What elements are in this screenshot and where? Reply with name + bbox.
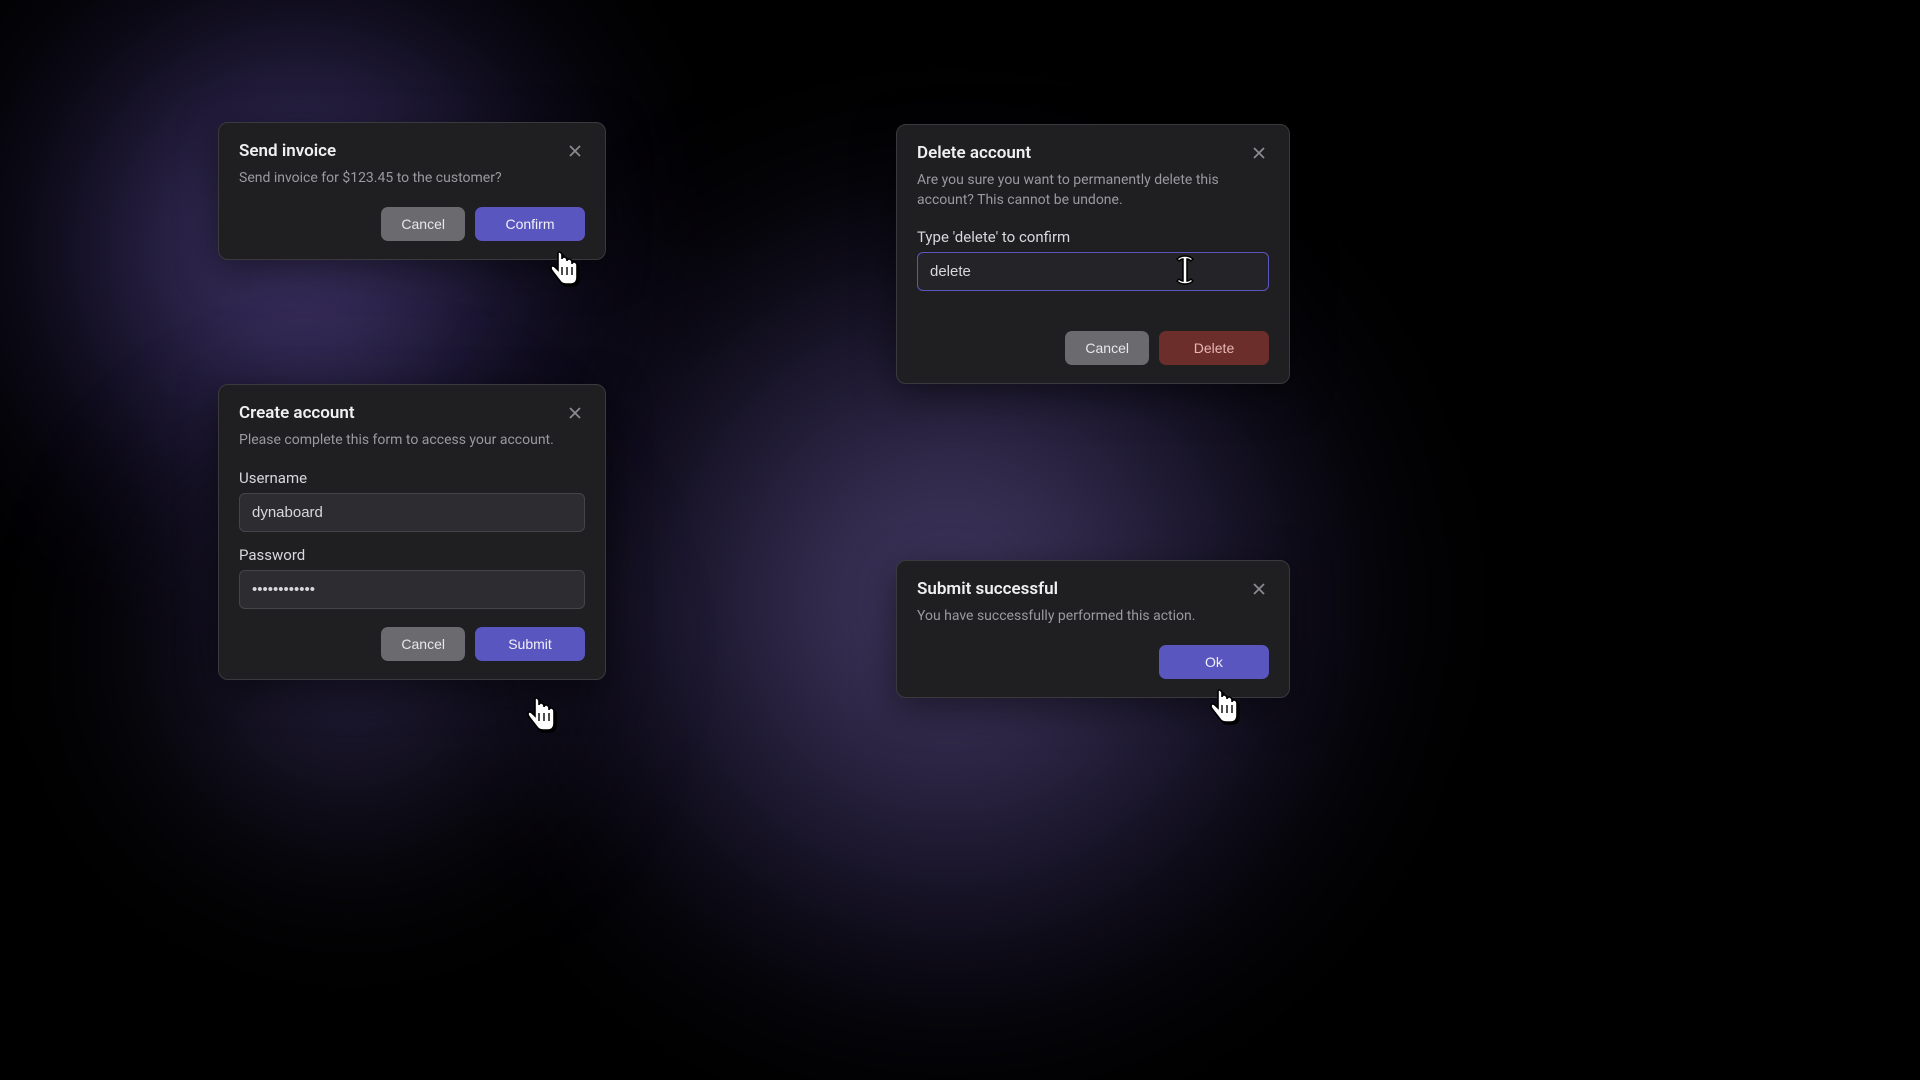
close-icon[interactable] — [565, 403, 585, 423]
submit-button[interactable]: Submit — [475, 627, 585, 661]
dialog-description: Send invoice for $123.45 to the customer… — [239, 169, 585, 189]
close-icon[interactable] — [1249, 143, 1269, 163]
password-group: Password — [239, 546, 585, 609]
confirm-delete-input[interactable] — [917, 252, 1269, 291]
username-label: Username — [239, 469, 585, 487]
dialog-footer: Ok — [917, 645, 1269, 679]
dialog-footer: Cancel Submit — [239, 627, 585, 661]
dialog-title: Delete account — [917, 143, 1031, 163]
dialog-header: Create account — [239, 403, 585, 423]
ok-button[interactable]: Ok — [1159, 645, 1269, 679]
dialog-description: Are you sure you want to permanently del… — [917, 171, 1269, 210]
username-input[interactable] — [239, 493, 585, 532]
dialog-footer: Cancel Delete — [917, 331, 1269, 365]
delete-button[interactable]: Delete — [1159, 331, 1269, 365]
delete-account-dialog: Delete account Are you sure you want to … — [896, 124, 1290, 384]
confirm-delete-label: Type 'delete' to confirm — [917, 228, 1269, 246]
dialog-title: Submit successful — [917, 579, 1058, 599]
dialog-description: Please complete this form to access your… — [239, 431, 585, 451]
dialog-header: Submit successful — [917, 579, 1269, 599]
password-input[interactable] — [239, 570, 585, 609]
dialog-header: Send invoice — [239, 141, 585, 161]
submit-successful-dialog: Submit successful You have successfully … — [896, 560, 1290, 698]
cancel-button[interactable]: Cancel — [381, 207, 465, 241]
dialog-title: Create account — [239, 403, 355, 423]
username-group: Username — [239, 469, 585, 532]
close-icon[interactable] — [565, 141, 585, 161]
confirm-button[interactable]: Confirm — [475, 207, 585, 241]
dialog-title: Send invoice — [239, 141, 336, 161]
send-invoice-dialog: Send invoice Send invoice for $123.45 to… — [218, 122, 606, 260]
cancel-button[interactable]: Cancel — [1065, 331, 1149, 365]
close-icon[interactable] — [1249, 579, 1269, 599]
password-label: Password — [239, 546, 585, 564]
confirm-delete-input-wrapper — [917, 252, 1269, 291]
dialog-description: You have successfully performed this act… — [917, 607, 1269, 627]
confirm-delete-group: Type 'delete' to confirm — [917, 228, 1269, 291]
dialog-footer: Cancel Confirm — [239, 207, 585, 241]
dialog-header: Delete account — [917, 143, 1269, 163]
create-account-dialog: Create account Please complete this form… — [218, 384, 606, 680]
cancel-button[interactable]: Cancel — [381, 627, 465, 661]
